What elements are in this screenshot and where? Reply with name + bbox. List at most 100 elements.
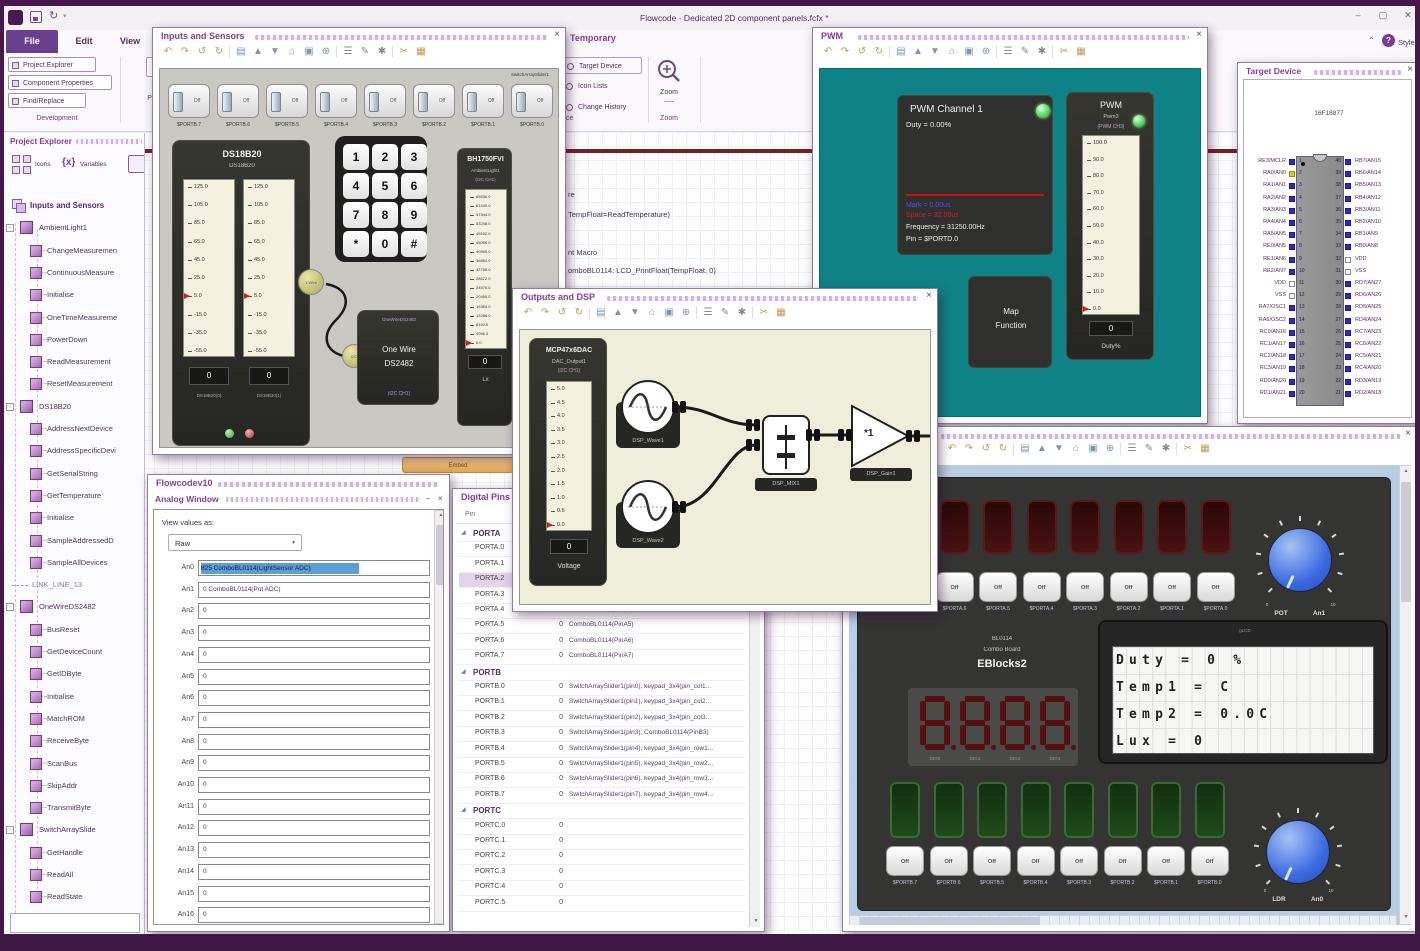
tree-item-scanbus[interactable]: ScanBus — [47, 759, 144, 769]
pin-row-name[interactable]: PORTC.3 — [475, 868, 545, 877]
settings-icon[interactable]: ✱ — [1035, 44, 1049, 60]
board-button-porta.2[interactable]: Off — [1109, 572, 1148, 602]
tree-item-ds18b20[interactable]: DS18B20 — [39, 402, 144, 412]
settings-icon[interactable]: ✱ — [1159, 441, 1173, 457]
switch-lever[interactable] — [418, 92, 428, 112]
cut-icon[interactable]: ✂ — [1057, 44, 1071, 60]
tree-item-switcharrayslide[interactable]: SwitchArraySlide — [39, 825, 144, 835]
tree-item-addressspecificdevi[interactable]: AddressSpecificDevi — [47, 446, 144, 456]
analog-value-field[interactable]: 0 — [198, 755, 430, 772]
analog-value-field[interactable]: 0 — [198, 842, 430, 859]
help-icon[interactable]: ? — [1382, 34, 1395, 47]
edit-icon[interactable]: ✎ — [1142, 441, 1156, 457]
board-button-porta.6[interactable]: Off — [935, 572, 974, 602]
zoom-button-label[interactable]: Zoom — [654, 89, 684, 98]
redo-icon[interactable]: ↷ — [538, 305, 552, 321]
analog-value-field[interactable]: 0 — [198, 863, 430, 880]
pin-square-icon[interactable] — [1289, 183, 1295, 190]
pin-square-icon[interactable] — [1289, 268, 1295, 275]
pin-square-icon[interactable] — [1289, 305, 1295, 312]
tree-item-initialise[interactable]: Initialise — [47, 513, 144, 523]
switch-lever[interactable] — [516, 92, 526, 112]
toggle-switch-portb.6[interactable]: Off — [217, 84, 259, 118]
keypad-key-7[interactable]: 7 — [343, 202, 369, 228]
pin-square-icon[interactable] — [1289, 220, 1295, 226]
tree-item-readstate[interactable]: ReadState — [47, 892, 144, 902]
redo-all-icon[interactable]: ↻ — [872, 44, 886, 60]
keypad-key-4[interactable]: 4 — [343, 173, 369, 199]
list-icon[interactable]: ☰ — [1125, 441, 1139, 457]
icons-palette-icon[interactable] — [12, 155, 32, 175]
switch-lever[interactable] — [369, 92, 379, 112]
snapshot-icon[interactable]: ▣ — [962, 44, 976, 60]
slider-marker[interactable] — [184, 293, 190, 300]
tree-item-gettemperature[interactable]: GetTemperature — [47, 491, 144, 501]
pin-row-name[interactable]: PORTB.0 — [475, 683, 545, 692]
toggle-switch-portb.1[interactable]: Off — [462, 84, 504, 118]
raise-icon[interactable]: ▲ — [611, 305, 625, 321]
pin-square-icon[interactable] — [1289, 390, 1295, 397]
slider-marker[interactable] — [466, 340, 472, 346]
board-button-portb.5[interactable]: Off — [973, 846, 1011, 876]
board-button-portb.3[interactable]: Off — [1060, 846, 1098, 876]
keypad-key-9[interactable]: 9 — [401, 202, 427, 228]
copy-icon[interactable]: ▤ — [894, 44, 908, 60]
grid-icon[interactable]: ▦ — [1074, 44, 1088, 60]
board-button-portb.7[interactable]: Off — [886, 846, 924, 876]
switch-lever[interactable] — [467, 92, 477, 112]
scroll-thumb[interactable] — [436, 525, 443, 585]
tree-item-matchrom[interactable]: MatchROM — [47, 714, 144, 724]
lower-icon[interactable]: ▼ — [268, 44, 282, 60]
pin-square-icon[interactable] — [1345, 293, 1351, 300]
tree-item-continuousmeasure[interactable]: ContinuousMeasure — [47, 268, 144, 278]
board-button-porta.4[interactable]: Off — [1022, 572, 1061, 602]
grid-icon[interactable]: ▦ — [1198, 441, 1212, 457]
pin-row-name[interactable]: PORTB.2 — [475, 714, 545, 723]
pin-square-icon[interactable] — [1345, 171, 1351, 178]
knob-dial[interactable] — [1266, 820, 1330, 884]
close-icon[interactable]: × — [926, 290, 932, 302]
toggle-switch-portb.7[interactable]: Off — [168, 84, 210, 118]
scroll-thumb[interactable] — [860, 917, 1040, 925]
ribbon-check-icon-lists[interactable]: Icon Lists — [562, 78, 642, 95]
lower-icon[interactable]: ▼ — [1052, 441, 1066, 457]
board-button-portb.1[interactable]: Off — [1147, 846, 1185, 876]
tab-view[interactable]: View — [110, 30, 150, 53]
tree-item-readall[interactable]: ReadAll — [47, 870, 144, 880]
undo-icon[interactable]: ↶ — [945, 441, 959, 457]
tree-item-onewireds2482[interactable]: OneWireDS2482 — [39, 602, 144, 612]
slider-marker[interactable] — [244, 293, 250, 300]
pin-row-name[interactable]: PORTA.5 — [475, 621, 545, 630]
pin-row-name[interactable]: PORTB.5 — [475, 760, 545, 769]
expand-toggle-icon[interactable]: - — [6, 826, 14, 835]
variables-label[interactable]: Variables — [80, 161, 118, 169]
redo-icon[interactable]: ↷ — [178, 44, 192, 60]
knob-dial[interactable] — [1268, 528, 1332, 592]
tree-item-busreset[interactable]: BusReset — [47, 625, 144, 635]
analog-value-field[interactable]: 0 — [198, 798, 430, 815]
map-function-component[interactable]: Map Function — [968, 276, 1052, 368]
tree-item-samplealldevices[interactable]: SampleAllDevices — [47, 558, 144, 568]
tab-file[interactable]: File — [6, 30, 58, 53]
analog-value-field[interactable]: 0 — [198, 690, 430, 707]
keypad-key-hash[interactable]: # — [401, 231, 427, 257]
raise-icon[interactable]: ▲ — [911, 44, 925, 60]
pin-row-name[interactable]: PORTC.4 — [475, 883, 545, 892]
undo-icon[interactable]: ↻ — [49, 9, 58, 22]
analog-value-field[interactable]: 0 — [198, 668, 430, 685]
port-group-label[interactable]: PORTC — [473, 806, 543, 816]
tree-item-readmeasurement[interactable]: ReadMeasurement — [47, 357, 144, 367]
close-icon[interactable]: × — [1405, 428, 1411, 440]
redo-all-icon[interactable]: ↻ — [572, 305, 586, 321]
copy-icon[interactable]: ▤ — [234, 44, 248, 60]
group-expander-icon[interactable]: ◢ — [461, 668, 468, 676]
tree-item-getidbyte[interactable]: GetIDByte — [47, 669, 144, 679]
close-icon[interactable]: × — [1407, 64, 1413, 76]
toggle-switch-portb.2[interactable]: Off — [413, 84, 455, 118]
lux-slider[interactable]: 65536.0 61440.0 57344.0 53248.0 49152.0 45056… — [465, 189, 507, 349]
keypad-key-6[interactable]: 6 — [401, 173, 427, 199]
collapse-ribbon-icon[interactable]: ⌃ — [1368, 36, 1380, 48]
board-button-porta.0[interactable]: Off — [1196, 572, 1235, 602]
pin-square-icon[interactable] — [1345, 305, 1351, 312]
pin-square-icon[interactable] — [1345, 207, 1351, 214]
